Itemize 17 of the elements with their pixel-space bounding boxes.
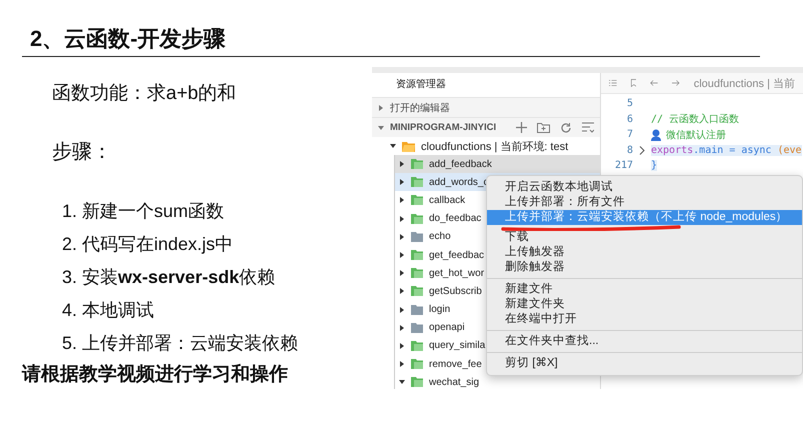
step-text: 2. 代码写在index.js中 [62,233,234,256]
line-number: 217 [614,160,633,172]
code-comment: 微信默认注册 [666,128,726,142]
explorer-title: 资源管理器 [395,78,447,92]
step-text: 4. 本地调试 [62,299,154,322]
step-text: 5. 上传并部署：云端安装依赖 [62,332,298,355]
step-text: 3. 安装wx-server-sdk依赖 [62,266,276,289]
line-number: 7 [626,129,633,140]
steps-heading: 步骤： [52,140,112,165]
instruction-text: 请根据教学视频进行学习和操作 [22,362,288,387]
line-number: 5 [626,98,633,110]
code-comment: // 云函数入口函数 [651,112,740,126]
line-number: 6 [626,114,633,125]
function-description: 函数功能：求a+b的和 [52,82,236,106]
line-number: 8 [626,144,633,156]
slide-title: 2、云函数-开发步骤 [30,25,226,53]
step-text: 1. 新建一个sum函数 [62,200,224,223]
